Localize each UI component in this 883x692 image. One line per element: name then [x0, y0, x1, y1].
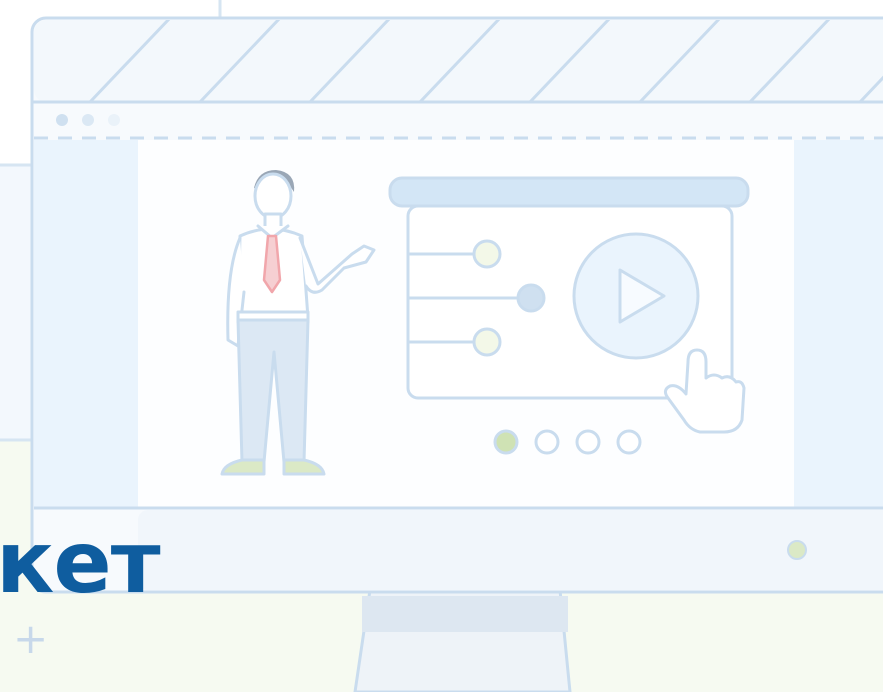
- plus-icon: +: [13, 614, 49, 663]
- option-dot-2-selected[interactable]: [516, 283, 546, 313]
- play-button[interactable]: [572, 232, 700, 360]
- window-controls: [56, 114, 120, 126]
- option-dot-1[interactable]: [472, 239, 502, 269]
- carousel-dot-1-active[interactable]: [493, 429, 519, 455]
- monitor-header-stripes: [34, 20, 883, 102]
- carousel-dot-2[interactable]: [534, 429, 560, 455]
- illustration-canvas: кет +: [0, 0, 883, 692]
- headline-fragment: кет: [0, 513, 161, 613]
- window-dot-3: [108, 114, 120, 126]
- person-tie: [262, 234, 282, 294]
- window-dot-2: [82, 114, 94, 126]
- screen-side-panel-left: [34, 140, 138, 508]
- screen-side-panel-right: [794, 140, 883, 508]
- carousel-dot-4[interactable]: [616, 429, 642, 455]
- person-head: [253, 172, 293, 220]
- carousel-dot-3[interactable]: [575, 429, 601, 455]
- board-top-bar: [388, 176, 750, 208]
- window-dot-1: [56, 114, 68, 126]
- power-led: [787, 540, 807, 560]
- monitor-bezel: [138, 510, 883, 590]
- option-dot-3[interactable]: [472, 327, 502, 357]
- monitor-stand: [353, 588, 572, 692]
